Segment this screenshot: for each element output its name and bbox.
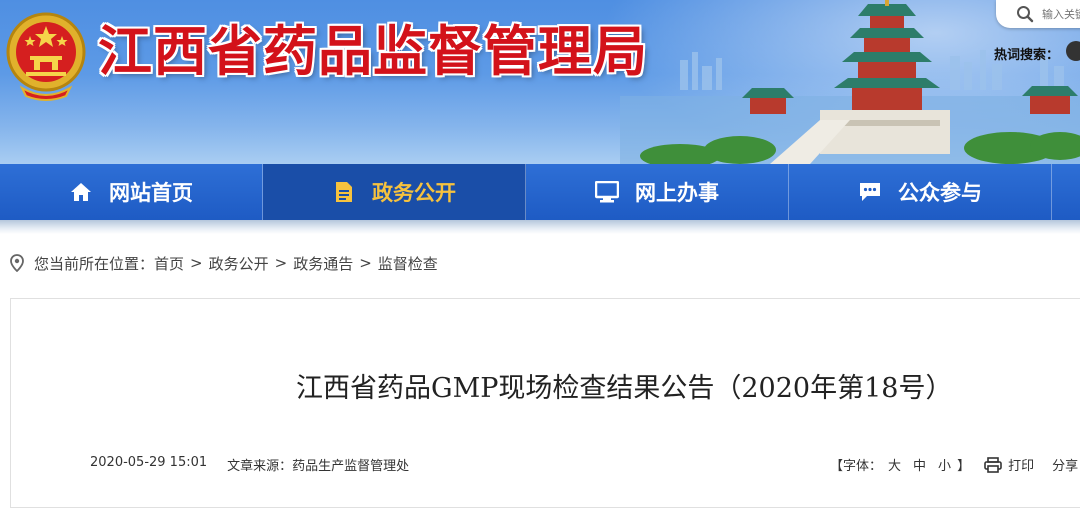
nav-item-label: 网站首页 <box>109 181 193 205</box>
breadcrumb-home[interactable]: 首页 <box>154 253 184 274</box>
font-size-label: 【字体： <box>830 459 883 474</box>
source-value: 药品生产监督管理处 <box>292 459 410 474</box>
print-label: 打印 <box>1008 459 1035 474</box>
font-small-button[interactable]: 小 <box>938 455 951 474</box>
header-banner: 江西省药品监督管理局 输入关键字 热词搜索： <box>0 0 1080 164</box>
search-icon[interactable] <box>1016 5 1034 23</box>
share-button[interactable]: 分享 <box>1052 455 1078 474</box>
home-icon <box>69 180 93 204</box>
article-meta: 2020-05-29 15:01 文章来源： 药品生产监督管理处 <box>90 455 409 474</box>
print-button[interactable]: 打印 <box>984 455 1034 474</box>
article-tools: 【字体： 大 中 小 】 打印 分享 <box>830 455 1078 474</box>
hot-search-toggle[interactable] <box>1066 41 1080 61</box>
printer-icon <box>984 456 1002 473</box>
nav-shadow <box>0 220 1080 234</box>
hot-search-label: 热词搜索： <box>994 48 1060 63</box>
nav-item-label: 公众参与 <box>898 181 982 205</box>
site-title: 江西省药品监督管理局 <box>98 20 648 83</box>
location-pin-icon <box>10 254 24 272</box>
breadcrumb-separator: > <box>274 254 288 272</box>
document-icon <box>332 180 356 204</box>
nav-item-more[interactable] <box>1052 164 1080 220</box>
source-label: 文章来源： <box>227 459 293 474</box>
font-size-label-close: 】 <box>957 459 971 474</box>
nav-item-government-affairs[interactable]: 政务公开 <box>263 164 526 220</box>
nav-item-label: 网上办事 <box>635 181 719 205</box>
font-medium-button[interactable]: 中 <box>913 455 926 474</box>
breadcrumb-supervision[interactable]: 监督检查 <box>378 253 438 274</box>
breadcrumb-prefix: 您当前所在位置： <box>34 254 155 273</box>
main-nav: 网站首页 政务公开 网上办事 公众参与 <box>0 164 1080 220</box>
nav-item-public-participation[interactable]: 公众参与 <box>789 164 1052 220</box>
breadcrumb-government-affairs[interactable]: 政务公开 <box>209 253 269 274</box>
search-box[interactable] <box>996 0 1080 28</box>
national-emblem-icon <box>6 12 86 101</box>
monitor-icon <box>595 180 619 204</box>
nav-item-label: 政务公开 <box>372 181 456 205</box>
breadcrumb-notices[interactable]: 政务通告 <box>293 253 353 274</box>
font-large-button[interactable]: 大 <box>888 455 901 474</box>
nav-item-home[interactable]: 网站首页 <box>0 164 263 220</box>
breadcrumb: 您当前所在位置： 首页 > 政务公开 > 政务通告 > 监督检查 <box>10 252 438 274</box>
breadcrumb-separator: > <box>190 254 203 272</box>
breadcrumb-separator: > <box>359 254 372 272</box>
publish-date: 2020-05-29 15:01 <box>90 455 208 470</box>
nav-item-online-services[interactable]: 网上办事 <box>526 164 789 220</box>
article-title: 江西省药品GMP现场检查结果公告（2020年第18号） <box>296 373 953 404</box>
chat-icon <box>858 180 882 204</box>
search-input[interactable] <box>1042 7 1080 21</box>
